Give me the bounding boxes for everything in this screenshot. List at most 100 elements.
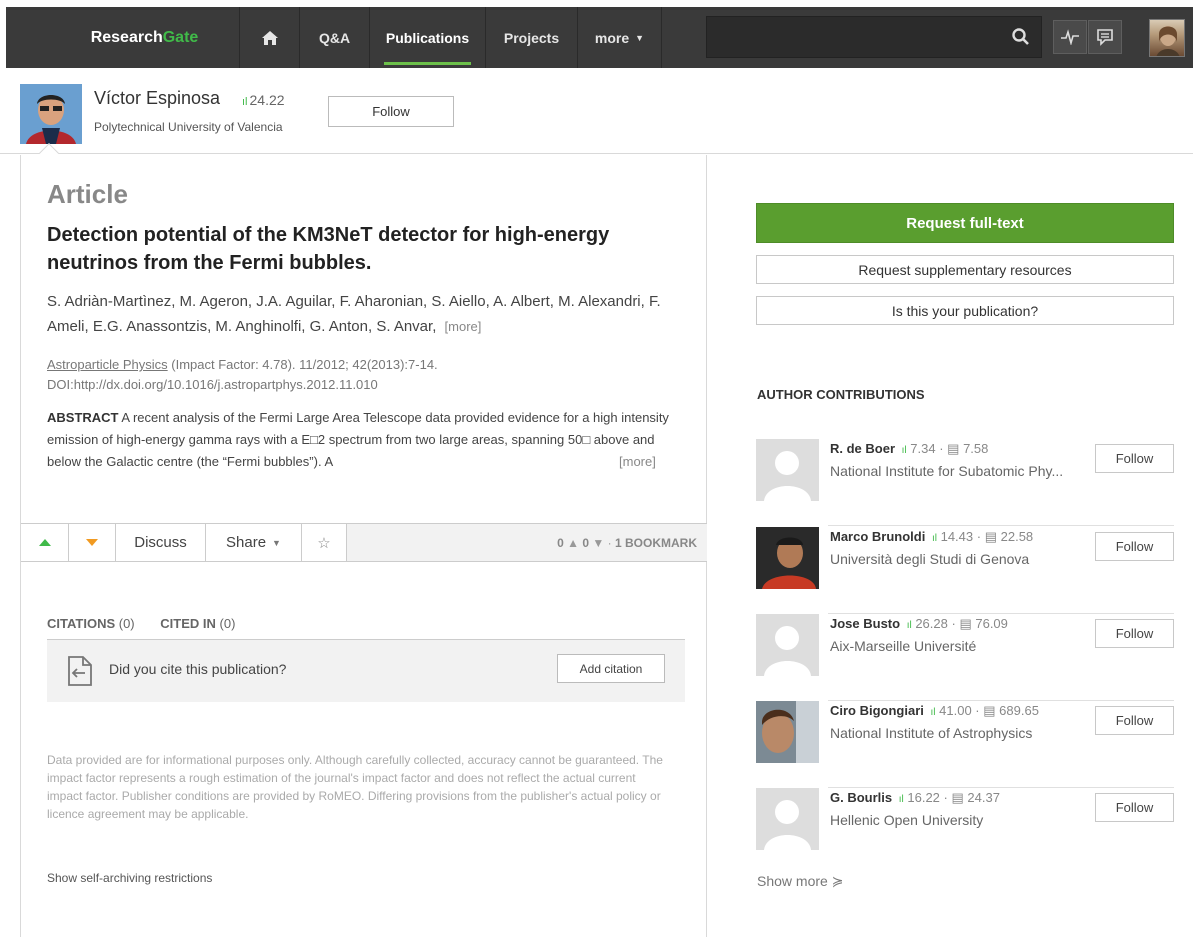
contributor-affiliation[interactable]: Hellenic Open University <box>830 812 1090 828</box>
nav-qa[interactable]: Q&A <box>300 7 370 68</box>
contributor-affiliation[interactable]: National Institute for Subatomic Phy... <box>830 463 1090 479</box>
rg-score-value: 26.28 <box>915 616 948 631</box>
top-bar: Research Gate Q&A Publications Projects m… <box>0 0 1193 68</box>
self-archiving-link[interactable]: Show self-archiving restrictions <box>47 871 212 885</box>
request-supplementary-button[interactable]: Request supplementary resources <box>756 255 1174 284</box>
rg-score-icon: ıl <box>242 96 248 108</box>
messages-button[interactable] <box>1088 20 1122 54</box>
journal-link[interactable]: Astroparticle Physics <box>47 357 168 372</box>
rg-score-value: 41.00 <box>939 703 972 718</box>
contributor-avatar[interactable] <box>756 439 819 501</box>
contributor-name[interactable]: Jose Busto <box>830 616 900 631</box>
contributor-affiliation[interactable]: Aix-Marseille Université <box>830 638 1090 654</box>
star-icon: ☆ <box>317 534 331 552</box>
contributor-name[interactable]: G. Bourlis <box>830 790 892 805</box>
contributor-name-line: Marco Brunoldi ıl 14.43 · ▤ 22.58 <box>830 529 1033 545</box>
contributor-name-line: Ciro Bigongiari ıl 41.00 · ▤ 689.65 <box>830 703 1039 719</box>
publications-score-value: 7.58 <box>963 441 989 456</box>
search-icon[interactable] <box>1011 27 1031 47</box>
nav-home[interactable] <box>240 7 300 68</box>
researchgate-logo[interactable]: Research Gate <box>50 7 240 68</box>
downvote-icon <box>86 539 98 546</box>
contributor-name[interactable]: Ciro Bigongiari <box>830 703 924 718</box>
author-list: S. Adriàn-Martìnez, M. Ageron, J.A. Agui… <box>47 289 687 339</box>
rg-score-icon: ıl <box>898 794 904 805</box>
cite-question: Did you cite this publication? <box>109 661 287 677</box>
add-citation-button[interactable]: Add citation <box>557 654 665 683</box>
user-avatar[interactable] <box>1149 19 1185 57</box>
contributor-row: Ciro Bigongiari ıl 41.00 · ▤ 689.65 Nati… <box>756 701 1174 788</box>
activity-button[interactable] <box>1053 20 1087 54</box>
contributor-scores: ıl 41.00 · ▤ 689.65 <box>930 703 1039 718</box>
request-full-text-button[interactable]: Request full-text <box>756 203 1174 243</box>
tab-citations[interactable]: CITATIONS (0) <box>47 616 135 631</box>
bookmark-button[interactable]: ☆ <box>302 524 347 561</box>
disclaimer-text: Data provided are for informational purp… <box>47 753 663 821</box>
cite-prompt-box: Did you cite this publication? Add citat… <box>47 640 685 702</box>
follow-contributor-button[interactable]: Follow <box>1095 532 1174 561</box>
contributor-avatar[interactable] <box>756 527 819 589</box>
add-citation-icon <box>68 656 92 686</box>
publications-icon: ▤ <box>984 529 997 544</box>
contributor-avatar[interactable] <box>756 701 819 763</box>
publication-type: Article <box>47 179 128 209</box>
logo-text-research: Research <box>90 28 163 46</box>
vote-counts: 0 ▲ 0 ▼ · 1 BOOKMARK <box>557 536 697 550</box>
search-input[interactable] <box>706 16 1042 58</box>
logo-text-gate: Gate <box>162 28 199 46</box>
pulse-icon <box>1061 29 1079 45</box>
rg-score-value: 14.43 <box>940 529 974 544</box>
profile-avatar[interactable] <box>20 84 82 144</box>
contributor-row: Jose Busto ıl 26.28 · ▤ 76.09 Aix-Marsei… <box>756 614 1174 701</box>
authors-text[interactable]: S. Adriàn-Martìnez, M. Ageron, J.A. Agui… <box>47 293 661 335</box>
author-profile-strip: Víctor Espinosa ıl 24.22 Polytechnical Un… <box>0 68 1193 154</box>
nav-projects[interactable]: Projects <box>486 7 578 68</box>
down-icon: ▼ <box>592 536 605 550</box>
journal-details: (Impact Factor: 4.78). 11/2012; 42(2013)… <box>167 357 438 372</box>
message-icon <box>1097 29 1113 46</box>
abstract-more-link[interactable]: [more] <box>619 451 703 473</box>
follow-contributor-button[interactable]: Follow <box>1095 619 1174 648</box>
upvote-icon <box>38 539 51 546</box>
action-bar: Discuss Share ▼ ☆ 0 ▲ 0 ▼ · 1 BOOKMARK <box>21 523 707 562</box>
contributor-name[interactable]: Marco Brunoldi <box>830 529 925 544</box>
tab-cited-in-count: (0) <box>219 616 236 631</box>
contributor-row: G. Bourlis ıl 16.22 · ▤ 24.37 Hellenic O… <box>756 788 1174 875</box>
tab-cited-in[interactable]: CITED IN (0) <box>160 616 235 631</box>
contributor-scores: ıl 14.43 · ▤ 22.58 <box>931 529 1034 544</box>
abstract-text: A recent analysis of the Fermi Large Are… <box>47 410 669 469</box>
contributor-name-line: R. de Boer ıl 7.34 · ▤ 7.58 <box>830 441 988 457</box>
profile-name[interactable]: Víctor Espinosa <box>94 88 220 109</box>
contributor-scores: ıl 26.28 · ▤ 76.09 <box>906 616 1008 631</box>
rg-score-icon: ıl <box>901 445 907 456</box>
contributor-affiliation[interactable]: Università degli Studi di Genova <box>830 551 1090 567</box>
share-button[interactable]: Share ▼ <box>206 524 302 561</box>
downvote-button[interactable] <box>69 524 116 561</box>
contributor-scores: ıl 16.22 · ▤ 24.37 <box>898 790 1000 805</box>
claim-publication-button[interactable]: Is this your publication? <box>756 296 1174 325</box>
contributor-scores: ıl 7.34 · ▤ 7.58 <box>901 441 989 456</box>
article-column: Article Detection potential of the KM3Ne… <box>20 155 707 937</box>
publications-score-value: 22.58 <box>1000 529 1034 544</box>
publications-score-value: 689.65 <box>999 703 1039 718</box>
follow-contributor-button[interactable]: Follow <box>1095 444 1174 473</box>
authors-more-link[interactable]: [more] <box>445 319 482 334</box>
contributor-avatar[interactable] <box>756 614 819 676</box>
profile-affiliation[interactable]: Polytechnical University of Valencia <box>94 120 283 134</box>
nav-publications[interactable]: Publications <box>370 7 486 68</box>
contributor-affiliation[interactable]: National Institute of Astrophysics <box>830 725 1090 741</box>
contributor-row: R. de Boer ıl 7.34 · ▤ 7.58 National Ins… <box>756 439 1174 526</box>
show-more-contributors[interactable]: Show more ≽ <box>757 873 843 890</box>
follow-contributor-button[interactable]: Follow <box>1095 706 1174 735</box>
follow-button[interactable]: Follow <box>328 96 454 127</box>
follow-contributor-button[interactable]: Follow <box>1095 793 1174 822</box>
tab-citations-count: (0) <box>118 616 135 631</box>
contributor-row: Marco Brunoldi ıl 14.43 · ▤ 22.58 Univer… <box>756 527 1174 614</box>
discuss-button[interactable]: Discuss <box>116 524 206 561</box>
contributor-name[interactable]: R. de Boer <box>830 441 895 456</box>
article-title: Detection potential of the KM3NeT detect… <box>47 224 610 274</box>
upvote-button[interactable] <box>21 524 69 561</box>
contributor-avatar[interactable] <box>756 788 819 850</box>
nav-more[interactable]: more ▼ <box>578 7 662 68</box>
caret-down-icon: ▼ <box>272 537 281 548</box>
